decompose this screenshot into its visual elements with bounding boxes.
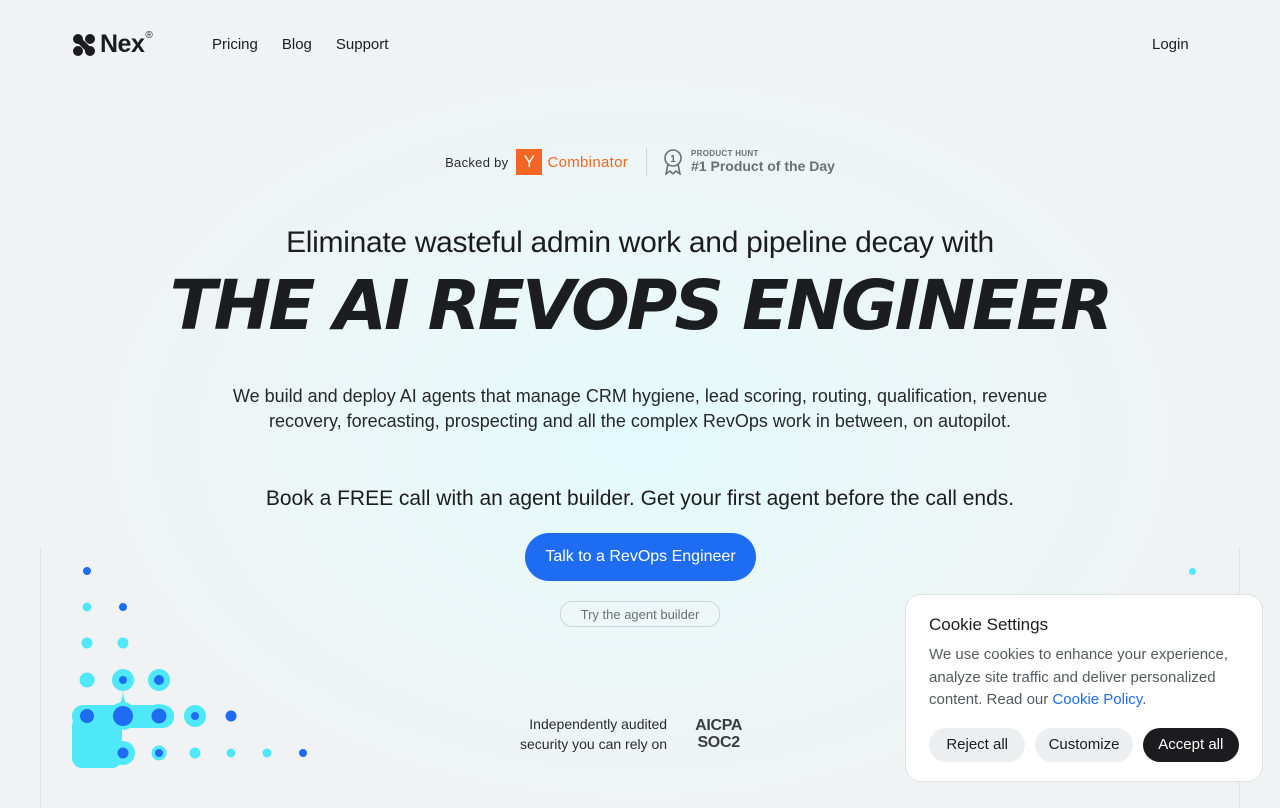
book-call-text: Book a FREE call with an agent builder. … xyxy=(265,487,1015,510)
cookie-buttons: Reject all Customize Accept all xyxy=(929,727,1239,762)
cookie-policy-link[interactable]: Cookie Policy xyxy=(1052,691,1142,708)
nav-link-pricing[interactable]: Pricing xyxy=(212,36,258,53)
cookie-title: Cookie Settings xyxy=(929,615,1049,634)
trust-badges: Backed by Y Combinator 1 PRODUCT HUNT #1… xyxy=(0,148,1280,176)
nav-link-blog[interactable]: Blog xyxy=(282,36,312,53)
soc2-text: SOC2 xyxy=(697,734,740,751)
badge-divider xyxy=(646,148,648,176)
hero-title: THE AI REVOPS ENGINEER xyxy=(169,266,1114,346)
ph-title: #1 Product of the Day xyxy=(691,157,835,174)
try-agent-builder-button[interactable]: Try the agent builder xyxy=(560,601,720,627)
yc-badge: Backed by Y Combinator xyxy=(445,149,628,175)
reject-all-button[interactable]: Reject all xyxy=(929,727,1026,762)
security-line-2: security you can rely on xyxy=(520,736,668,752)
medal-icon: 1 xyxy=(664,149,682,175)
nav-link-support[interactable]: Support xyxy=(336,36,389,53)
aicpa-text: AICPA xyxy=(695,717,743,734)
hero-description: We build and deploy AI agents that manag… xyxy=(232,386,1048,431)
accept-all-button[interactable]: Accept all xyxy=(1142,727,1239,762)
backed-by-label: Backed by xyxy=(445,154,509,170)
login-link[interactable]: Login xyxy=(1152,36,1189,53)
hero-headline: Eliminate wasteful admin work and pipeli… xyxy=(286,226,994,259)
logo-text: Nex xyxy=(100,30,145,58)
cookie-body: We use cookies to enhance your experienc… xyxy=(929,644,1239,712)
nex-logo-icon xyxy=(73,33,95,56)
logo[interactable]: Nex ® xyxy=(72,30,153,58)
security-line-1: Independently audited xyxy=(529,716,668,732)
product-hunt-badge: 1 PRODUCT HUNT #1 Product of the Day xyxy=(663,149,835,175)
customize-button[interactable]: Customize xyxy=(1035,727,1133,762)
yc-logo-icon: Y xyxy=(516,149,543,175)
cookie-settings-dialog: Cookie Settings We use cookies to enhanc… xyxy=(905,594,1263,782)
aicpa-soc2-logo: AICPA SOC2 xyxy=(695,717,742,751)
cookie-period: . xyxy=(1142,691,1147,708)
yc-name: Combinator xyxy=(547,153,629,171)
top-nav: Nex ® Pricing Blog Support Login xyxy=(0,0,1280,90)
decorative-dots-graphic xyxy=(72,567,307,768)
nav-links: Pricing Blog Support xyxy=(212,36,388,53)
security-badge: Independently audited security you can r… xyxy=(520,714,742,754)
talk-to-engineer-button[interactable]: Talk to a RevOps Engineer xyxy=(525,533,756,581)
decorative-dot xyxy=(1189,568,1196,575)
registered-mark: ® xyxy=(145,30,153,41)
medal-digit: 1 xyxy=(670,154,676,165)
